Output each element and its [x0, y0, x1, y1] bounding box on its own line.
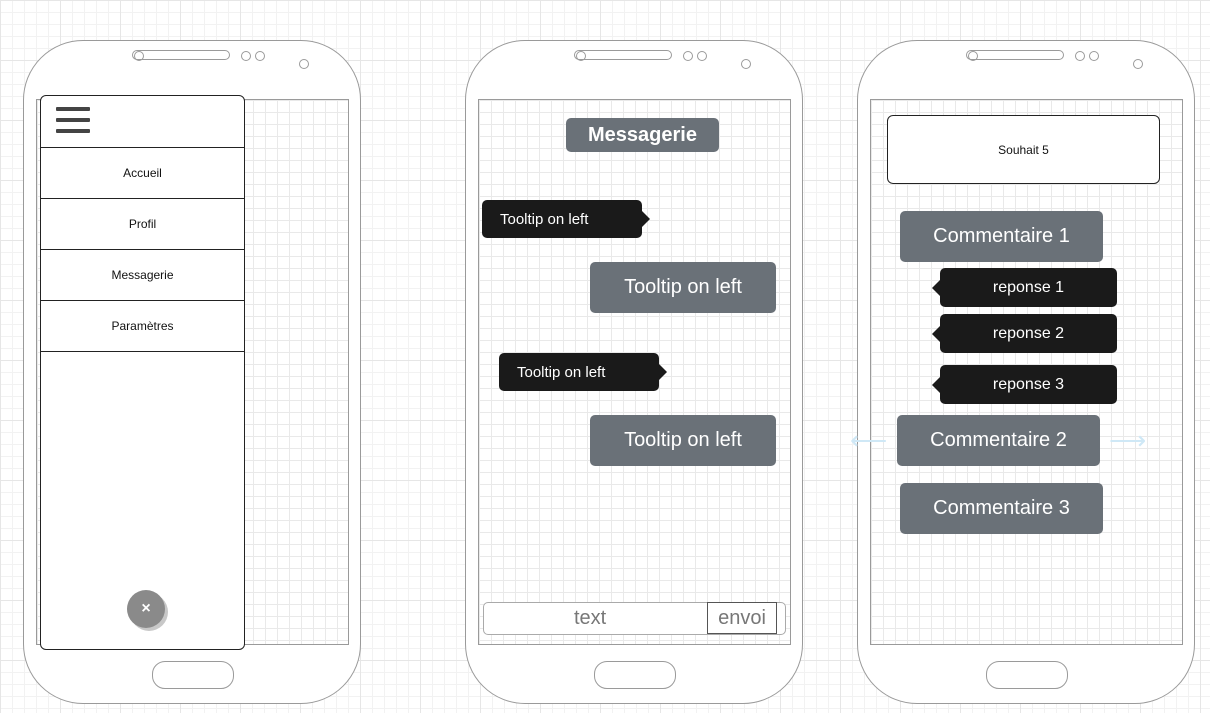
- comment-item[interactable]: Commentaire 3: [900, 483, 1103, 534]
- reply-item[interactable]: reponse 2: [932, 314, 1117, 353]
- phone-sensor: [255, 51, 265, 61]
- message-bubble-sent: Tooltip on left: [590, 262, 776, 313]
- comment-item[interactable]: Commentaire 1: [900, 211, 1103, 262]
- phone-speaker: [966, 50, 1064, 60]
- arrow-right-icon: ⟶: [1109, 425, 1147, 455]
- message-bubble-sent: Tooltip on left: [590, 415, 776, 466]
- phone-camera: [134, 51, 144, 61]
- comment-item[interactable]: Commentaire 2: [897, 415, 1100, 466]
- phone-speaker: [132, 50, 230, 60]
- phone-camera: [576, 51, 586, 61]
- phone-camera: [968, 51, 978, 61]
- message-input[interactable]: text: [574, 607, 606, 630]
- message-bubble-received: Tooltip on left: [482, 200, 650, 238]
- menu-item-messagerie[interactable]: Messagerie: [41, 250, 244, 301]
- send-button[interactable]: envoi: [707, 602, 777, 634]
- reply-item[interactable]: reponse 1: [932, 268, 1117, 307]
- phone-front-camera: [299, 59, 309, 69]
- home-button[interactable]: [594, 661, 676, 689]
- wish-card: Souhait 5: [887, 115, 1160, 184]
- phone-front-camera: [1133, 59, 1143, 69]
- chat-title: Messagerie: [566, 118, 719, 152]
- reply-item[interactable]: reponse 3: [932, 365, 1117, 404]
- phone-front-camera: [741, 59, 751, 69]
- menu-item-parametres[interactable]: Paramètres: [41, 301, 244, 352]
- message-bubble-received: Tooltip on left: [499, 353, 667, 391]
- side-menu: Accueil Profil Messagerie Paramètres: [40, 95, 245, 650]
- menu-item-accueil[interactable]: Accueil: [41, 148, 244, 199]
- home-button[interactable]: [986, 661, 1068, 689]
- phone-sensor: [683, 51, 693, 61]
- phone-sensor: [1075, 51, 1085, 61]
- arrow-left-icon: ⟵: [850, 425, 888, 455]
- phone-speaker: [574, 50, 672, 60]
- menu-item-profil[interactable]: Profil: [41, 199, 244, 250]
- phone-sensor: [241, 51, 251, 61]
- phone-sensor: [697, 51, 707, 61]
- phone-sensor: [1089, 51, 1099, 61]
- close-icon[interactable]: ×: [127, 590, 165, 628]
- message-input-bar: text envoi: [483, 602, 786, 635]
- menu-header: [41, 96, 244, 148]
- hamburger-icon[interactable]: [56, 107, 90, 133]
- home-button[interactable]: [152, 661, 234, 689]
